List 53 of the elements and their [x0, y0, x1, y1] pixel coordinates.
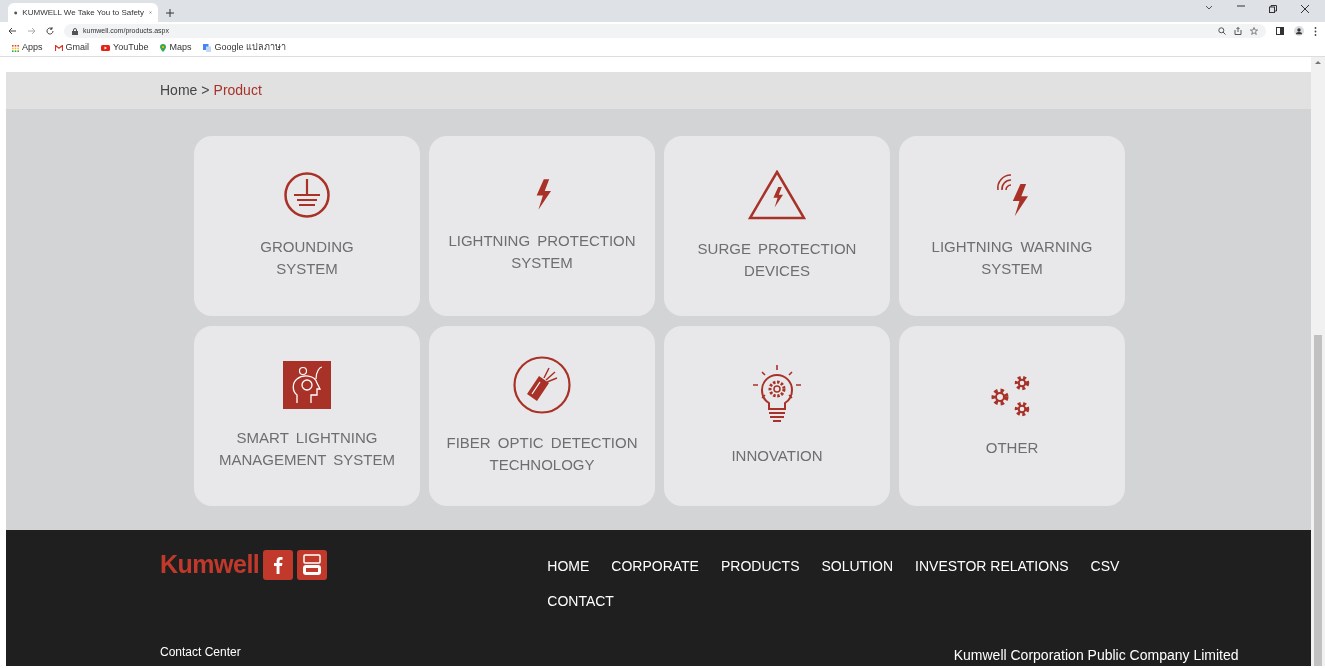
bookmark[interactable]: Gmail [54, 41, 90, 55]
breadcrumb-separator: > [201, 80, 210, 100]
product-card[interactable]: OTHER [899, 325, 1125, 506]
lock-icon [72, 27, 78, 35]
side-panel-icon[interactable] [1276, 27, 1284, 35]
bookmark[interactable]: YouTube [101, 41, 149, 55]
contact-heading: Contact Center [160, 644, 241, 661]
product-card[interactable]: SMART LIGHTNING MANAGEMENT SYSTEM [194, 325, 420, 506]
profile-icon[interactable] [1294, 26, 1304, 36]
footer-nav-link[interactable]: PRODUCTS [720, 556, 800, 577]
back-icon[interactable] [8, 27, 17, 35]
chevron-down-icon[interactable] [1205, 5, 1213, 11]
product-card[interactable]: INNOVATION [664, 325, 890, 506]
scrollbar[interactable] [1311, 57, 1325, 666]
reload-icon[interactable] [46, 27, 54, 35]
footer-nav-link[interactable]: HOME [547, 556, 590, 577]
breadcrumb-current: Product [213, 80, 262, 100]
zoom-icon[interactable] [1218, 27, 1226, 35]
close-icon[interactable] [1301, 5, 1309, 13]
warning-triangle-icon [748, 169, 806, 220]
star-icon[interactable] [1250, 27, 1258, 35]
bookmark[interactable]: Google แปลภาษา [203, 41, 286, 55]
play-icon [101, 45, 111, 51]
company-name: Kumwell Corporation Public Company Limited [953, 646, 1239, 665]
product-card[interactable]: FIBER OPTIC DETECTION TECHNOLOGY [429, 325, 655, 506]
footer-nav-link[interactable]: CONTACT [547, 591, 614, 612]
share-icon[interactable] [1234, 27, 1242, 35]
head-with-bulb-icon [283, 360, 331, 409]
bookmark[interactable]: Maps [160, 41, 192, 55]
product-card[interactable]: GROUNDING SYSTEM [194, 135, 420, 316]
product-card[interactable]: LIGHTNING WARNING SYSTEM [899, 135, 1125, 316]
new-tab-icon[interactable] [166, 9, 174, 17]
scroll-up-icon[interactable] [1315, 60, 1321, 65]
footer-nav-link[interactable]: CORPORATE [611, 556, 699, 577]
ground-symbol-icon [284, 171, 330, 218]
footer-nav-link[interactable]: CSV [1090, 556, 1120, 577]
tab-title: KUMWELL We Take You to Safety [22, 6, 145, 19]
footer-nav-link[interactable]: SOLUTION [821, 556, 894, 577]
product-card[interactable]: LIGHTNING PROTECTION SYSTEM [429, 135, 655, 316]
lightning-signal-icon [994, 171, 1030, 218]
mail-icon [54, 45, 63, 51]
map-pin-icon [160, 44, 167, 52]
browser-tab[interactable]: KUMWELL We Take You to Safety [8, 3, 158, 22]
product-card[interactable]: SURGE PROTECTION DEVICES [664, 135, 890, 316]
facebook-icon[interactable] [263, 549, 294, 580]
breadcrumb-link[interactable]: Home [160, 79, 198, 101]
menu-icon[interactable] [1314, 26, 1317, 36]
restore-icon[interactable] [1269, 5, 1277, 13]
fiber-cable-icon [513, 355, 571, 414]
bookmark[interactable]: Apps [12, 41, 43, 55]
translate-icon [203, 44, 212, 52]
footer-nav-link[interactable]: INVESTOR RELATIONS [915, 556, 1069, 577]
apps-grid-icon [12, 44, 19, 52]
